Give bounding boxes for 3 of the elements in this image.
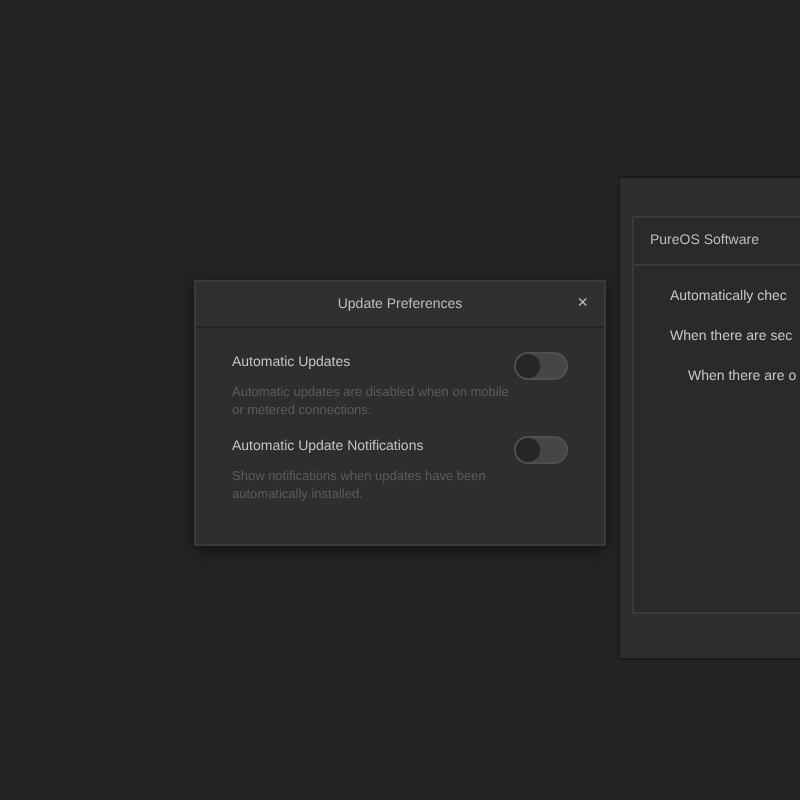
toggle-switch[interactable] (514, 436, 568, 464)
close-button[interactable]: × (577, 294, 588, 312)
toggle-switch[interactable] (514, 352, 568, 380)
